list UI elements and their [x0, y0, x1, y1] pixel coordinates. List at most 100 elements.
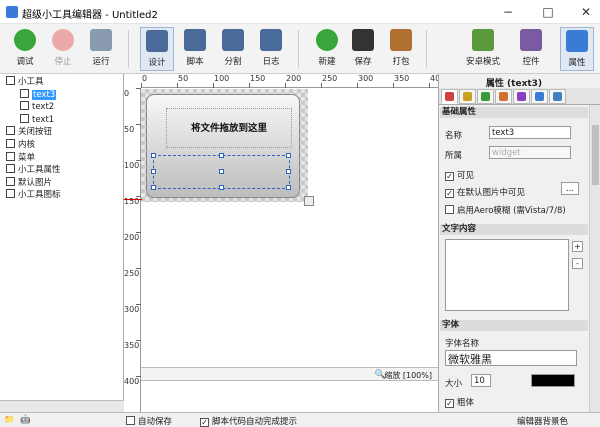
aero-checkbox[interactable] [445, 205, 454, 214]
tab-events[interactable] [531, 89, 548, 104]
tree-item[interactable]: text2 [20, 101, 54, 113]
toolbar-button-7[interactable]: 新建 [310, 27, 344, 71]
core-icon [6, 139, 15, 148]
folder-icon[interactable]: 📁 [4, 415, 15, 425]
toolbar-button-6[interactable]: 日志 [254, 27, 288, 71]
resize-handle[interactable] [151, 153, 156, 158]
tab-link[interactable] [477, 89, 494, 104]
autosave-label: 自动保存 [138, 417, 173, 427]
text-icon [20, 101, 29, 111]
resize-handle[interactable] [151, 185, 156, 190]
visible-row[interactable]: ✓ 可见 [445, 169, 474, 181]
status-bar: 📁 🤖 自动保存 ✓ 脚本代码自动完成提示 编辑器背景色 [0, 412, 600, 427]
visible-label: 可见 [457, 171, 475, 181]
gear-run-icon [90, 29, 112, 51]
remove-line-button[interactable]: - [572, 258, 583, 269]
properties-scrollbar[interactable] [589, 105, 600, 412]
minimize-button[interactable]: − [500, 4, 516, 20]
resize-handle[interactable] [286, 185, 291, 190]
android-status-icon[interactable]: 🤖 [20, 415, 31, 425]
tree-item[interactable]: text1 [20, 113, 54, 126]
tree-item-label: text3 [32, 89, 57, 100]
tree-item-label: 小工具图标 [18, 190, 61, 201]
toolbar-button-3[interactable]: 设计 [140, 27, 174, 71]
split-icon [222, 29, 244, 51]
autocomplete-checkbox[interactable]: ✓ [200, 418, 209, 427]
tree-item[interactable]: text3 [20, 88, 57, 101]
toolbar-button-2[interactable]: 运行 [84, 27, 118, 71]
toolbar-button-12[interactable]: 属性 [560, 27, 594, 71]
toolbar-button-5[interactable]: 分割 [216, 27, 250, 71]
name-input[interactable]: text3 [489, 126, 571, 139]
parent-label: 所属 [445, 151, 463, 161]
info-icon [566, 30, 588, 52]
android-icon [472, 29, 494, 51]
font-color-swatch[interactable] [531, 374, 575, 387]
tree-footer [0, 400, 124, 412]
tree-item[interactable]: 小工具图标 [6, 189, 61, 201]
ruler-label: 0 [142, 74, 148, 83]
size-input[interactable]: 10 [471, 374, 491, 387]
toolbar-button-9[interactable]: 打包 [384, 27, 418, 71]
aero-row[interactable]: 启用Aero模糊 (需Vista/7/8) [445, 204, 566, 216]
toolbar-button-4[interactable]: 脚本 [178, 27, 212, 71]
tree-item[interactable]: 关闭按钮 [6, 126, 52, 138]
tree-item[interactable]: 菜单 [6, 151, 35, 164]
toolbar-label: 调试 [16, 57, 34, 67]
design-icon [146, 30, 168, 52]
section-text-header[interactable]: 文字内容 [440, 224, 588, 235]
resize-handle[interactable] [219, 153, 224, 158]
ruler-label: 400 [124, 377, 140, 386]
ruler-tick [136, 340, 141, 341]
tab-color[interactable] [495, 89, 512, 104]
default-visible-checkbox[interactable]: ✓ [445, 189, 454, 198]
selection-box[interactable] [151, 153, 291, 190]
tree-item[interactable]: 内核 [6, 139, 35, 151]
autosave-checkbox[interactable] [126, 416, 135, 425]
package-icon [390, 29, 412, 51]
toolbar-button-8[interactable]: 保存 [346, 27, 380, 71]
tree-item[interactable]: 小工具 [6, 76, 44, 88]
ruler-label: 200 [124, 233, 140, 242]
background-color-label[interactable]: 编辑器背景色 [517, 415, 568, 427]
resize-handle[interactable] [286, 153, 291, 158]
browse-button[interactable]: ... [561, 182, 579, 195]
toolbar-button-1[interactable]: 停止 [46, 27, 80, 71]
font-name-label: 字体名称 [445, 339, 480, 349]
text-content-area[interactable] [445, 239, 569, 311]
maximize-button[interactable]: □ [540, 4, 556, 20]
tree-item[interactable]: 默认图片 [6, 176, 52, 189]
close-window-button[interactable]: ✕ [578, 4, 594, 20]
resize-handle[interactable] [219, 185, 224, 190]
visible-checkbox[interactable]: ✓ [445, 172, 454, 181]
canvas-resize-grip[interactable] [304, 196, 314, 206]
tab-text[interactable] [459, 89, 476, 104]
add-line-button[interactable]: + [572, 241, 583, 252]
tab-advanced[interactable] [549, 89, 566, 104]
autosave-row[interactable]: 自动保存 [126, 415, 172, 427]
section-font-header[interactable]: 字体 [440, 320, 588, 331]
bold-checkbox[interactable]: ✓ [445, 399, 454, 408]
toolbar-button-0[interactable]: 调试 [8, 27, 42, 71]
image-icon [6, 176, 15, 186]
font-name-select[interactable]: 微软雅黑 [445, 350, 577, 366]
tree-item[interactable]: 小工具属性 [6, 164, 61, 176]
zoom-label[interactable]: 缩放 [100%] [384, 370, 432, 381]
toolbar-button-11[interactable]: 控件 [514, 27, 548, 71]
move-handle[interactable] [219, 169, 224, 174]
tab-appearance[interactable] [441, 89, 458, 104]
tab-effects[interactable] [513, 89, 530, 104]
toolbar-button-10[interactable]: 安卓模式 [466, 27, 500, 71]
resize-handle[interactable] [151, 169, 156, 174]
default-visible-row[interactable]: ✓ 在默认图片中可见 [445, 186, 525, 198]
play-icon [14, 29, 36, 51]
section-basic-header[interactable]: 基础属性 [440, 107, 588, 118]
parent-select: widget [489, 146, 571, 159]
autocomplete-row[interactable]: ✓ 脚本代码自动完成提示 [200, 415, 297, 427]
scrollbar-thumb[interactable] [592, 125, 599, 185]
tree-item-label: 小工具属性 [18, 165, 61, 176]
horizontal-ruler: 050100150200250300350400 [141, 74, 445, 88]
bold-row[interactable]: ✓ 粗体 [445, 396, 474, 408]
ruler-tick [136, 268, 141, 269]
resize-handle[interactable] [286, 169, 291, 174]
